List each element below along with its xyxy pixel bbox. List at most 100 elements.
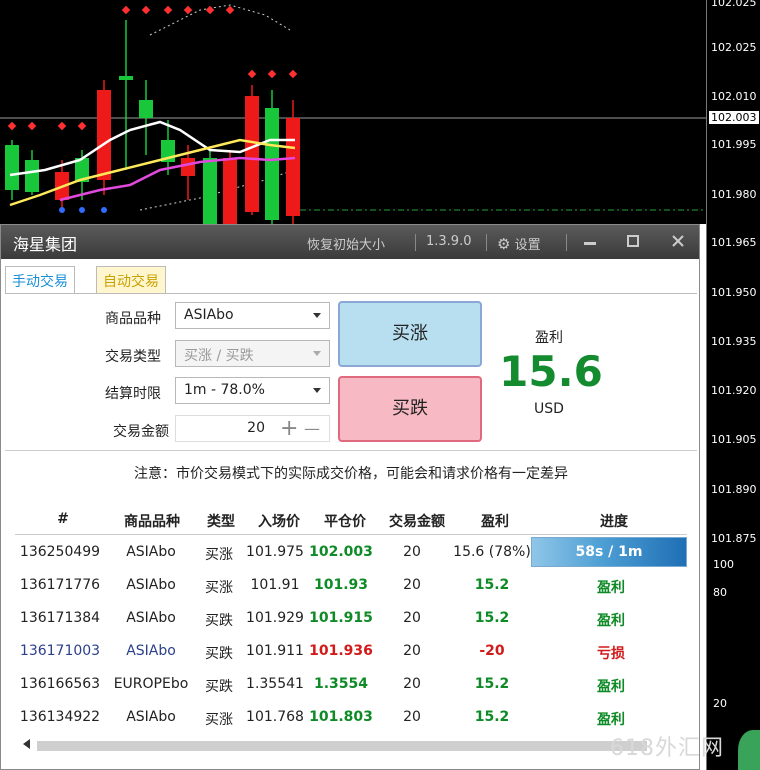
settings-label: 设置	[514, 238, 541, 253]
candle-body	[119, 76, 133, 80]
title-separator	[486, 234, 487, 251]
cell-product: ASIAbo	[126, 577, 176, 593]
cell-entry-price: 101.768	[246, 709, 304, 725]
cell-product: ASIAbo	[126, 709, 176, 725]
cell-profit: 15.6 (78%)	[453, 544, 531, 560]
status-badge: 盈利	[597, 613, 625, 629]
cell-type: 买跌	[205, 679, 233, 695]
price-tick: 101.875	[711, 532, 757, 545]
cell-entry-price: 101.91	[250, 577, 300, 593]
candle-body	[286, 118, 300, 216]
trade-type-select[interactable]: 买涨 / 买跌	[175, 340, 330, 367]
indicator-tick: 100	[713, 558, 734, 571]
cell-amount: 20	[403, 610, 421, 626]
buy-signal-marker	[59, 207, 65, 213]
column-header-entry: 入场价	[258, 514, 300, 530]
trading-panel: 海星集团 恢复初始大小 1.3.9.0 ⚙ 设置 手动交易 自动交易 商品品种 …	[0, 224, 700, 770]
minimize-icon[interactable]	[579, 231, 601, 253]
scrollbar-thumb[interactable]	[37, 741, 647, 751]
status-badge: 盈利	[597, 580, 625, 596]
indicator-tick: 80	[713, 586, 727, 599]
cell-id: 136171384	[19, 610, 101, 626]
reset-size-link[interactable]: 恢复初始大小	[307, 234, 385, 253]
settings-link[interactable]: ⚙ 设置	[497, 234, 541, 253]
price-tick: 101.905	[711, 433, 757, 446]
cell-type: 买涨	[205, 547, 233, 563]
minus-icon[interactable]: —	[304, 416, 320, 442]
column-header-id: #	[57, 511, 69, 527]
status-badge: 盈利	[597, 712, 625, 728]
cell-id: 136166563	[19, 676, 101, 692]
cell-exit-price: 101.803	[309, 709, 373, 725]
price-tick: 101.995	[711, 138, 757, 151]
candle-body	[203, 158, 217, 224]
candle-body	[139, 100, 153, 118]
title-bar[interactable]: 海星集团 恢复初始大小 1.3.9.0 ⚙ 设置	[1, 225, 699, 259]
cell-profit: 15.2	[474, 676, 510, 692]
tab-auto-trade[interactable]: 自动交易	[96, 266, 166, 294]
cell-profit: 15.2	[474, 709, 510, 725]
cell-amount: 20	[403, 577, 421, 593]
app-title: 海星集团	[13, 235, 78, 254]
cell-entry-price: 1.35541	[246, 676, 304, 692]
buy-up-button[interactable]: 买涨	[338, 301, 482, 367]
amount-stepper[interactable]: 20 + —	[175, 415, 330, 442]
scroll-left-icon[interactable]	[23, 739, 30, 749]
cell-amount: 20	[403, 643, 421, 659]
close-icon[interactable]	[667, 231, 689, 253]
price-tick: 101.890	[711, 483, 757, 496]
cell-amount: 20	[403, 709, 421, 725]
indicator-tick: 20	[713, 697, 727, 710]
trade-type-label: 交易类型	[105, 349, 161, 365]
notice-text: 注意：市价交易模式下的实际成交价格，可能会和请求价格有一定差异	[134, 466, 568, 482]
cell-type: 买跌	[205, 646, 233, 662]
candle-body	[265, 108, 279, 220]
cell-id: 136250499	[19, 544, 101, 560]
tab-manual-trade[interactable]: 手动交易	[5, 266, 75, 294]
chevron-down-icon	[313, 388, 321, 393]
column-header-exit: 平仓价	[324, 514, 366, 530]
chevron-down-icon	[313, 351, 321, 356]
cell-entry-price: 101.911	[246, 643, 304, 659]
buy-down-button[interactable]: 买跌	[338, 376, 482, 442]
cell-product: ASIAbo	[126, 610, 176, 626]
cell-type: 买跌	[205, 613, 233, 629]
expiry-value: 1m - 78.0%	[184, 382, 265, 398]
candle-body	[181, 158, 195, 176]
cell-id: 136134922	[19, 709, 101, 725]
column-header-product: 商品品种	[124, 514, 180, 530]
product-value: ASIAbo	[184, 307, 234, 323]
candle-body	[223, 158, 237, 224]
cell-exit-price: 101.936	[309, 643, 373, 659]
cell-product: ASIAbo	[126, 643, 176, 659]
plus-icon[interactable]: +	[280, 416, 298, 442]
amount-value[interactable]: 20	[247, 420, 265, 436]
cell-amount: 20	[403, 544, 421, 560]
current-price-tick: 102.003	[709, 111, 759, 124]
maximize-icon[interactable]	[622, 231, 644, 253]
column-header-progress: 进度	[600, 514, 628, 530]
column-header-profit: 盈利	[481, 514, 509, 530]
cell-exit-price: 101.93	[313, 577, 369, 593]
price-tick: 102.025	[711, 41, 757, 54]
candle-body	[245, 96, 259, 212]
amount-label: 交易金额	[113, 424, 169, 440]
version-label: 1.3.9.0	[426, 234, 472, 249]
column-header-type: 类型	[207, 514, 235, 530]
cell-exit-price: 1.3554	[313, 676, 369, 692]
price-tick: 101.920	[711, 384, 757, 397]
price-axis: 102.025 102.025 102.010 102.003 101.995 …	[706, 0, 760, 770]
expiry-label: 结算时限	[105, 386, 161, 402]
cell-type: 买涨	[205, 580, 233, 596]
product-label: 商品品种	[105, 311, 161, 327]
cell-product: ASIAbo	[126, 544, 176, 560]
product-select[interactable]: ASIAbo	[175, 302, 330, 329]
cell-id: 136171776	[19, 577, 101, 593]
title-separator	[566, 234, 567, 251]
cell-amount: 20	[403, 676, 421, 692]
horizontal-scrollbar[interactable]	[15, 737, 699, 751]
expiry-select[interactable]: 1m - 78.0%	[175, 377, 330, 404]
price-tick: 102.025	[711, 0, 757, 9]
price-tick: 101.965	[711, 236, 757, 249]
watermark-badge	[738, 730, 760, 770]
